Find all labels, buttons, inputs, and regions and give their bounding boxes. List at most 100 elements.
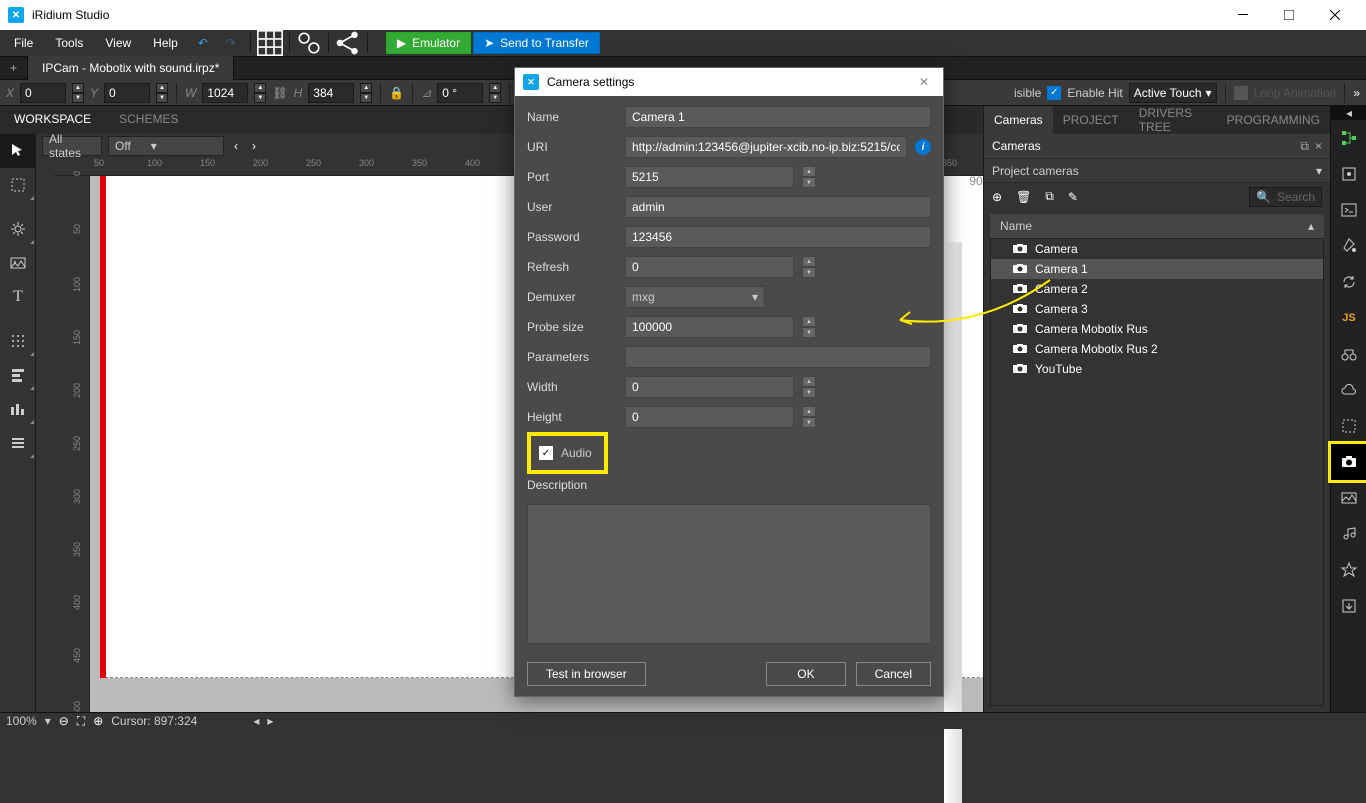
close-panel-icon[interactable]: ×: [1315, 139, 1322, 153]
share-icon[interactable]: [335, 30, 361, 56]
zoom-in-icon[interactable]: ⊕: [93, 714, 103, 728]
edit-icon[interactable]: ✎: [1068, 190, 1078, 204]
redo-icon[interactable]: ↷: [218, 30, 244, 56]
camera-item[interactable]: YouTube: [991, 359, 1323, 379]
port-spinner[interactable]: ▲▼: [802, 166, 816, 188]
probe-spinner[interactable]: ▲▼: [802, 316, 816, 338]
grid-tool[interactable]: [0, 324, 36, 358]
port-field[interactable]: [625, 166, 794, 188]
new-tab-button[interactable]: +: [0, 56, 28, 80]
y-spinner[interactable]: ▲▼: [156, 83, 168, 103]
prev-state[interactable]: ‹: [230, 139, 242, 153]
state-combo[interactable]: All states: [42, 136, 102, 156]
y-input[interactable]: [104, 83, 150, 103]
snap-icon[interactable]: [296, 30, 322, 56]
dialog-close-button[interactable]: ✕: [913, 75, 935, 89]
ok-button[interactable]: OK: [766, 662, 845, 686]
probe-field[interactable]: [625, 316, 794, 338]
document-tab[interactable]: IPCam - Mobotix with sound.irpz*: [28, 56, 234, 80]
camera-item[interactable]: Camera Mobotix Rus: [991, 319, 1323, 339]
angle-spinner[interactable]: ▲▼: [489, 83, 501, 103]
menu-tools[interactable]: Tools: [45, 32, 93, 54]
name-field[interactable]: [625, 106, 931, 128]
loop-checkbox[interactable]: [1234, 86, 1248, 100]
collapse-icon[interactable]: ◂: [1331, 106, 1366, 120]
camera-item[interactable]: Camera 3: [991, 299, 1323, 319]
menu-help[interactable]: Help: [143, 32, 188, 54]
chevron-down-icon[interactable]: ▾: [45, 714, 51, 728]
paint-icon[interactable]: [1331, 228, 1366, 264]
menu-file[interactable]: File: [4, 32, 43, 54]
tab-programming[interactable]: PROGRAMMING: [1217, 106, 1330, 134]
devices-icon[interactable]: [1331, 336, 1366, 372]
search-input[interactable]: 🔍 Search: [1249, 187, 1322, 207]
tab-project[interactable]: PROJECT: [1053, 106, 1129, 134]
angle-input[interactable]: [437, 83, 483, 103]
audio-checkbox[interactable]: ✓: [539, 446, 553, 460]
x-spinner[interactable]: ▲▼: [72, 83, 84, 103]
music-icon[interactable]: [1331, 516, 1366, 552]
delete-icon[interactable]: 🗑: [1016, 190, 1031, 204]
enable-hit-checkbox[interactable]: ✓: [1047, 86, 1061, 100]
popout-icon[interactable]: ⧉: [1300, 139, 1309, 154]
tab-drivers[interactable]: DRIVERS TREE: [1129, 106, 1217, 134]
h-spinner[interactable]: ▲▼: [360, 83, 372, 103]
touch-combo[interactable]: Active Touch▾: [1129, 83, 1217, 103]
camera-item[interactable]: Camera: [991, 239, 1323, 259]
js-icon[interactable]: JS: [1331, 300, 1366, 336]
send-button[interactable]: ➤Send to Transfer: [473, 32, 600, 54]
state-off-combo[interactable]: Off▾: [108, 136, 224, 156]
target-icon[interactable]: [1331, 156, 1366, 192]
refresh-icon[interactable]: [1331, 264, 1366, 300]
grid-icon[interactable]: [257, 30, 283, 56]
tab-workspace[interactable]: WORKSPACE: [0, 106, 105, 134]
demuxer-combo[interactable]: mxg▾: [625, 286, 765, 308]
close-button[interactable]: [1312, 0, 1358, 30]
more-icon[interactable]: »: [1353, 86, 1360, 100]
camera-item[interactable]: Camera 2: [991, 279, 1323, 299]
width-spinner[interactable]: ▲▼: [802, 376, 816, 398]
zoom-fit-icon[interactable]: ⛶: [77, 714, 85, 729]
camera-item[interactable]: Camera 1: [991, 259, 1323, 279]
console-icon[interactable]: [1331, 192, 1366, 228]
distribute-tool[interactable]: [0, 392, 36, 426]
layers-icon[interactable]: [1331, 408, 1366, 444]
select-tool[interactable]: [0, 134, 36, 168]
emulator-button[interactable]: ▶Emulator: [386, 32, 471, 54]
scroll-left-icon[interactable]: ◂: [253, 714, 259, 728]
zoom-out-icon[interactable]: ⊖: [59, 714, 69, 728]
star-icon[interactable]: [1331, 552, 1366, 588]
export-icon[interactable]: [1331, 588, 1366, 624]
text-tool[interactable]: T: [0, 280, 36, 314]
width-field[interactable]: [625, 376, 794, 398]
marquee-tool[interactable]: [0, 168, 36, 202]
cloud-icon[interactable]: [1331, 372, 1366, 408]
params-field[interactable]: [625, 346, 931, 368]
camera-item[interactable]: Camera Mobotix Rus 2: [991, 339, 1323, 359]
tab-cameras[interactable]: Cameras: [984, 106, 1053, 134]
h-input[interactable]: [308, 83, 354, 103]
maximize-button[interactable]: [1266, 0, 1312, 30]
duplicate-icon[interactable]: ⧉: [1045, 189, 1054, 204]
layers-tool[interactable]: [0, 426, 36, 460]
user-field[interactable]: [625, 196, 931, 218]
minimize-button[interactable]: [1220, 0, 1266, 30]
uri-field[interactable]: [625, 136, 907, 158]
lock-icon[interactable]: 🔒: [389, 86, 404, 100]
cancel-button[interactable]: Cancel: [856, 662, 931, 686]
height-field[interactable]: [625, 406, 794, 428]
refresh-field[interactable]: [625, 256, 794, 278]
group-combo[interactable]: Project cameras▾: [992, 161, 1322, 181]
height-spinner[interactable]: ▲▼: [802, 406, 816, 428]
align-tool[interactable]: [0, 358, 36, 392]
x-input[interactable]: [20, 83, 66, 103]
w-spinner[interactable]: ▲▼: [254, 83, 266, 103]
description-textarea[interactable]: [527, 504, 931, 644]
info-icon[interactable]: i: [915, 139, 931, 155]
gallery-icon[interactable]: [1331, 480, 1366, 516]
link-icon[interactable]: ⛓: [272, 86, 287, 100]
test-browser-button[interactable]: Test in browser: [527, 662, 646, 686]
password-field[interactable]: [625, 226, 931, 248]
undo-icon[interactable]: ↶: [190, 30, 216, 56]
menu-view[interactable]: View: [95, 32, 141, 54]
